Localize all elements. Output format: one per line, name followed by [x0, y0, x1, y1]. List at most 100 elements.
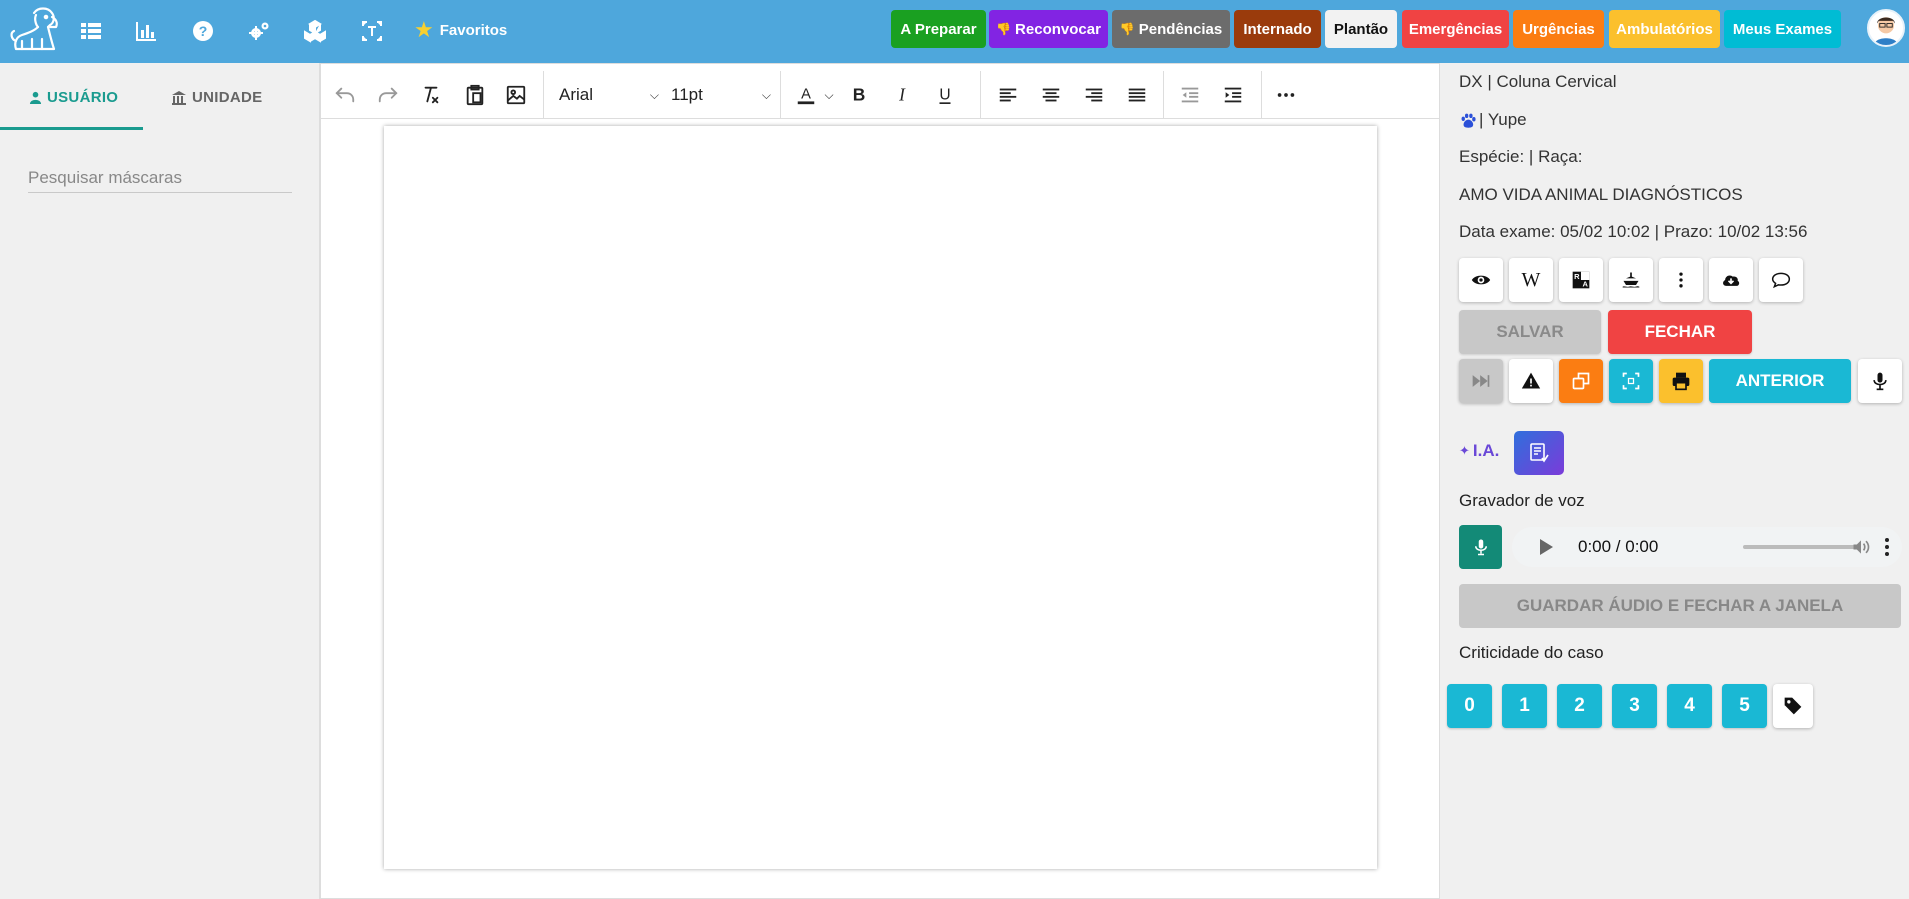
insert-image-button[interactable]	[499, 79, 533, 111]
status-urgencias-button[interactable]: Urgências	[1513, 10, 1604, 48]
justify-button[interactable]	[1120, 79, 1154, 111]
report-editor: Arial ⌵ 11pt ⌵ A ⌵ B I U	[320, 63, 1441, 899]
status-plantao-button[interactable]: Plantão	[1325, 10, 1397, 48]
undo-button[interactable]	[328, 79, 362, 111]
text-color-icon: A	[797, 87, 815, 105]
italic-button[interactable]: I	[885, 79, 919, 111]
gears-icon[interactable]	[245, 17, 273, 45]
criticality-level-5-button[interactable]: 5	[1722, 684, 1767, 728]
font-family-select[interactable]: Arial ⌵	[559, 79, 659, 111]
criticality-level-2-button[interactable]: 2	[1557, 684, 1602, 728]
criticality-level-3-button[interactable]: 3	[1612, 684, 1657, 728]
status-a-preparar-button[interactable]: A Preparar	[891, 10, 986, 48]
level-label: 5	[1739, 695, 1750, 716]
audio-progress-slider[interactable]	[1743, 545, 1861, 549]
save-label: SALVAR	[1496, 322, 1564, 341]
more-vertical-icon[interactable]	[1882, 535, 1892, 559]
status-label: Emergências	[1408, 20, 1503, 38]
ship-button[interactable]	[1609, 258, 1653, 302]
bold-button[interactable]: B	[842, 79, 876, 111]
toolbar-divider	[980, 71, 981, 119]
play-icon[interactable]	[1540, 539, 1553, 555]
status-internado-button[interactable]: Internado	[1234, 10, 1321, 48]
tab-usuario[interactable]: USUÁRIO	[29, 89, 118, 106]
justify-icon	[1128, 88, 1146, 102]
criticality-level-1-button[interactable]: 1	[1502, 684, 1547, 728]
scan-button[interactable]	[1609, 359, 1653, 403]
cubes-icon[interactable]	[301, 17, 329, 45]
audio-player: 0:00 / 0:00	[1512, 527, 1902, 567]
outdent-button[interactable]	[1173, 79, 1207, 111]
alert-button[interactable]	[1509, 359, 1553, 403]
close-button[interactable]: FECHAR	[1608, 310, 1752, 354]
align-right-button[interactable]	[1077, 79, 1111, 111]
patient-line: | Yupe	[1459, 110, 1527, 130]
more-vertical-button[interactable]	[1659, 258, 1703, 302]
volume-icon[interactable]	[1851, 537, 1871, 557]
status-label: Urgências	[1522, 20, 1595, 38]
text-color-dropdown[interactable]: ⌵	[820, 79, 838, 111]
text-scan-icon[interactable]	[358, 17, 386, 45]
text-color-button[interactable]: A	[789, 79, 823, 111]
translate-button[interactable]: RA	[1559, 258, 1603, 302]
dog-logo-icon[interactable]	[8, 5, 60, 53]
indent-button[interactable]	[1216, 79, 1250, 111]
record-voice-button[interactable]	[1459, 525, 1502, 569]
level-label: 2	[1574, 695, 1585, 716]
underline-button[interactable]: U	[928, 79, 962, 111]
align-center-button[interactable]	[1034, 79, 1068, 111]
align-right-icon	[1085, 88, 1103, 102]
italic-icon: I	[898, 85, 906, 105]
criticality-level-4-button[interactable]: 4	[1667, 684, 1712, 728]
status-emergencias-button[interactable]: Emergências	[1402, 10, 1509, 48]
eye-icon	[1471, 275, 1491, 285]
tag-button[interactable]	[1773, 684, 1813, 728]
underline-icon: U	[939, 87, 951, 104]
tab-label: USUÁRIO	[47, 89, 119, 106]
previous-button[interactable]: ANTERIOR	[1709, 359, 1851, 403]
align-left-button[interactable]	[991, 79, 1025, 111]
status-ambulatorios-button[interactable]: Ambulatórios	[1609, 10, 1720, 48]
tab-unidade[interactable]: UNIDADE	[171, 89, 262, 106]
level-label: 0	[1464, 695, 1475, 716]
print-button[interactable]	[1659, 359, 1703, 403]
paste-button[interactable]	[458, 79, 492, 111]
skip-forward-button[interactable]	[1459, 359, 1503, 403]
view-button[interactable]	[1459, 258, 1503, 302]
help-icon[interactable]: ?	[189, 17, 217, 45]
top-navbar: ? ★ Favoritos A Preparar 👎 Reconvocar 👎 Pe…	[0, 0, 1909, 63]
bar-chart-icon[interactable]	[132, 17, 160, 45]
redo-button[interactable]	[371, 79, 405, 111]
status-meus-exames-button[interactable]: Meus Exames	[1724, 10, 1841, 48]
criticality-level-0-button[interactable]: 0	[1447, 684, 1492, 728]
toolbar-divider	[543, 71, 544, 119]
status-label: A Preparar	[900, 20, 977, 38]
user-avatar[interactable]	[1867, 9, 1905, 47]
search-masks-input[interactable]	[28, 163, 292, 193]
list-icon[interactable]	[77, 17, 105, 45]
cloud-download-icon	[1723, 275, 1740, 286]
svg-text:R: R	[1574, 272, 1580, 281]
font-size-select[interactable]: 11pt ⌵	[671, 79, 771, 111]
more-options-button[interactable]	[1269, 79, 1303, 111]
microphone-icon	[1873, 372, 1887, 391]
level-label: 1	[1519, 695, 1530, 716]
dictation-button[interactable]	[1858, 359, 1902, 403]
document-page[interactable]	[384, 126, 1377, 869]
favorites-link[interactable]: ★ Favoritos	[414, 19, 507, 41]
clear-formatting-button[interactable]	[414, 79, 448, 111]
comment-icon	[1771, 272, 1791, 289]
cloud-download-button[interactable]	[1709, 258, 1753, 302]
level-label: 4	[1684, 695, 1695, 716]
save-button[interactable]: SALVAR	[1459, 310, 1601, 354]
align-left-icon	[999, 88, 1017, 102]
status-reconvocar-button[interactable]: 👎 Reconvocar	[989, 10, 1108, 48]
status-pendencias-button[interactable]: 👎 Pendências	[1112, 10, 1230, 48]
ai-report-button[interactable]	[1514, 431, 1564, 475]
masks-sidebar: USUÁRIO UNIDADE	[0, 63, 320, 899]
wiki-button[interactable]: W	[1509, 258, 1553, 302]
comment-button[interactable]	[1759, 258, 1803, 302]
user-icon	[29, 91, 42, 104]
copy-button[interactable]	[1559, 359, 1603, 403]
save-audio-close-button[interactable]: GUARDAR ÁUDIO E FECHAR A JANELA	[1459, 584, 1901, 628]
